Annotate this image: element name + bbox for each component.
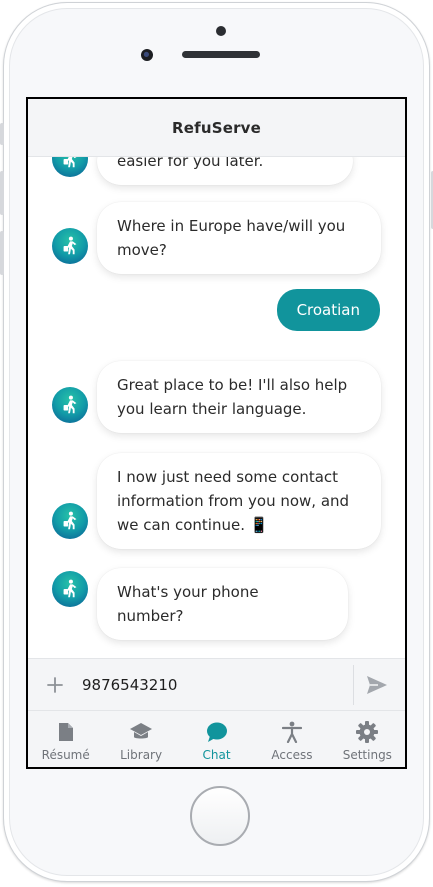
traveler-icon xyxy=(63,511,77,530)
message-line: you learn their language. xyxy=(117,400,307,418)
bot-message-bubble: Great place to be! I'll also help you le… xyxy=(97,361,381,433)
add-attachment-button[interactable] xyxy=(42,672,68,698)
tab-label: Access xyxy=(271,748,313,762)
bottom-tab-bar: Résumé Library Chat Access Settings xyxy=(28,711,405,767)
bot-avatar xyxy=(52,157,88,177)
document-icon xyxy=(54,720,78,744)
phone-home-button[interactable] xyxy=(190,786,250,846)
traveler-icon xyxy=(63,157,77,168)
bot-message-bubble: Where in Europe have/will you move? xyxy=(97,202,381,274)
traveler-icon xyxy=(63,579,77,598)
bot-avatar xyxy=(52,571,88,607)
tab-label: Settings xyxy=(342,748,392,762)
graduation-cap-icon xyxy=(129,720,153,744)
app-header: RefuServe xyxy=(28,99,405,157)
message-line: Where in Europe have/will you xyxy=(117,217,346,235)
send-divider xyxy=(353,665,354,705)
phone-silent-switch xyxy=(0,123,4,145)
message-line: Great place to be! I'll also help xyxy=(117,376,348,394)
tab-library[interactable]: Library xyxy=(103,711,178,767)
bot-avatar xyxy=(52,503,88,539)
chat-thread[interactable]: easier for you later. Where in Europe ha… xyxy=(28,157,405,658)
tab-label: Library xyxy=(120,748,163,762)
message-line: What's your phone number? xyxy=(117,583,259,625)
phone-volume-down xyxy=(0,231,4,275)
tab-settings[interactable]: Settings xyxy=(330,711,405,767)
bot-message-bubble: I now just need some contact information… xyxy=(97,453,381,549)
send-icon xyxy=(367,676,387,694)
bot-message-bubble: What's your phone number? xyxy=(97,568,348,640)
bot-avatar xyxy=(52,228,88,264)
tab-resume[interactable]: Résumé xyxy=(28,711,103,767)
phone-speaker xyxy=(182,51,260,58)
tab-access[interactable]: Access xyxy=(254,711,329,767)
gear-icon xyxy=(355,720,379,744)
message-composer xyxy=(28,658,405,711)
bot-avatar xyxy=(52,387,88,423)
message-line: information from you now, and xyxy=(117,492,350,510)
send-button[interactable] xyxy=(362,671,392,699)
bot-message-bubble: easier for you later. xyxy=(97,157,353,185)
phone-volume-up xyxy=(0,171,4,215)
plus-icon xyxy=(47,677,63,693)
app-screen: RefuServe easier for you later. Where in… xyxy=(26,97,407,769)
message-input[interactable] xyxy=(80,669,350,701)
message-line: easier for you later. xyxy=(117,157,264,170)
app-title: RefuServe xyxy=(171,118,262,137)
traveler-icon xyxy=(63,395,77,414)
traveler-icon xyxy=(63,236,77,255)
user-message-bubble: Croatian xyxy=(276,289,380,331)
tab-label: Chat xyxy=(202,748,231,762)
phone-camera xyxy=(141,49,153,61)
chat-bubble-icon xyxy=(205,720,229,744)
message-line: we can continue. 📱 xyxy=(117,516,269,534)
tab-chat[interactable]: Chat xyxy=(179,711,254,767)
message-line: I now just need some contact xyxy=(117,468,339,486)
message-line: move? xyxy=(117,241,167,259)
phone-sensor xyxy=(216,26,226,36)
accessibility-icon xyxy=(280,720,304,744)
tab-label: Résumé xyxy=(41,748,90,762)
